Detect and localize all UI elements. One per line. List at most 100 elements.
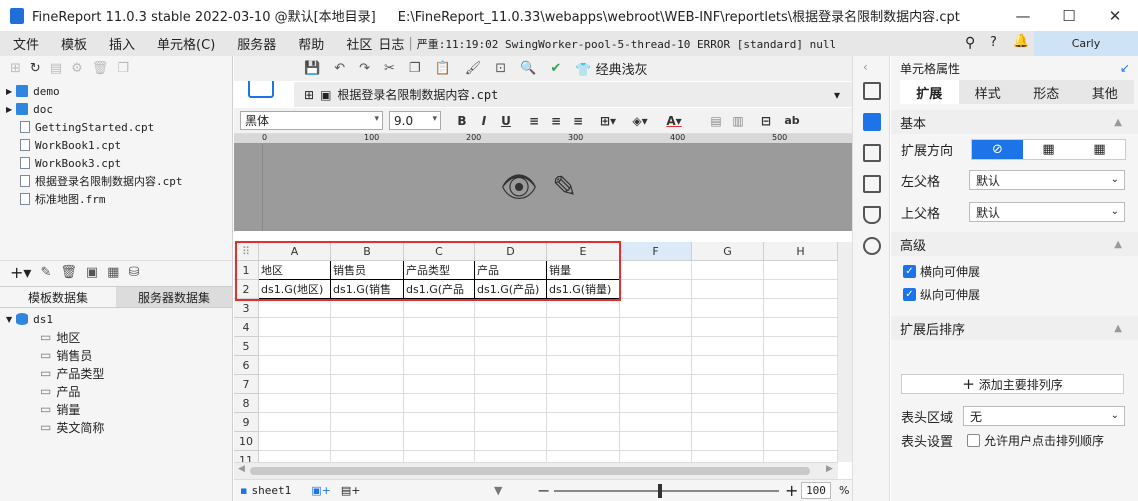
- row-header[interactable]: 4: [234, 318, 259, 337]
- row-header[interactable]: 2: [234, 280, 259, 299]
- grid-cell[interactable]: [620, 318, 692, 337]
- expand-arrow-icon[interactable]: ↙: [1120, 61, 1130, 75]
- section-sort[interactable]: 扩展后排序 ▲: [891, 316, 1138, 340]
- left-parent-select[interactable]: 默认 ⌄: [969, 170, 1125, 190]
- grid-cell[interactable]: [620, 356, 692, 375]
- field-item[interactable]: ▭ 产品类型: [6, 364, 104, 382]
- select-all-corner[interactable]: ⠿: [234, 242, 259, 261]
- align-right-icon[interactable]: ≡: [567, 114, 589, 128]
- tab-other[interactable]: 其他: [1076, 80, 1135, 104]
- grid-cell[interactable]: [764, 356, 838, 375]
- grid-cell[interactable]: [620, 261, 692, 280]
- tree-item-file[interactable]: 根据登录名限制数据内容.cpt: [6, 172, 232, 190]
- grid-cell[interactable]: [259, 375, 331, 394]
- font-select[interactable]: 黑体 ▾: [240, 111, 383, 130]
- delete-icon[interactable]: 🗑: [60, 265, 77, 280]
- grid-cell[interactable]: [620, 375, 692, 394]
- grid-cell[interactable]: [259, 337, 331, 356]
- bold-button[interactable]: B: [451, 114, 473, 128]
- horizontal-scrollbar[interactable]: ◀ ▶: [234, 462, 838, 479]
- menu-server[interactable]: 服务器: [224, 34, 285, 53]
- underline-button[interactable]: U: [495, 114, 517, 128]
- format-brush-icon[interactable]: 🖌: [465, 61, 482, 76]
- add-form-sheet-icon[interactable]: ▤+: [341, 484, 361, 497]
- open-icon[interactable]: ▤: [50, 61, 62, 76]
- zoom-slider[interactable]: [554, 490, 779, 492]
- allow-sort-checkbox[interactable]: [967, 433, 981, 447]
- section-advanced[interactable]: 高级 ▲: [891, 232, 1138, 256]
- grid-cell[interactable]: [620, 299, 692, 318]
- add-sheet-icon[interactable]: ▣+: [311, 484, 331, 497]
- copy-icon[interactable]: ❐: [117, 61, 129, 76]
- grid-cell[interactable]: [692, 356, 764, 375]
- cell-c1[interactable]: 产品类型: [404, 261, 475, 280]
- widget-icon[interactable]: [863, 175, 881, 193]
- tree-item-doc[interactable]: ▶ doc: [6, 100, 232, 118]
- new-folder-icon[interactable]: ⊞: [10, 61, 21, 76]
- grid-cell[interactable]: [692, 413, 764, 432]
- cell-a1[interactable]: 地区: [259, 261, 331, 280]
- row-header[interactable]: 3: [234, 299, 259, 318]
- grid-cell[interactable]: [404, 413, 475, 432]
- tab-form[interactable]: 形态: [1017, 80, 1076, 104]
- tab-expand[interactable]: 扩展: [900, 80, 959, 104]
- zoom-down-icon[interactable]: ▼: [494, 484, 502, 497]
- grid-cell[interactable]: [764, 318, 838, 337]
- column-header[interactable]: A: [259, 242, 331, 261]
- maximize-button[interactable]: ☐: [1046, 0, 1092, 31]
- settings-icon[interactable]: ⚙: [71, 61, 83, 76]
- grid-cell[interactable]: [547, 337, 620, 356]
- tree-item-file[interactable]: WorkBook1.cpt: [6, 136, 232, 154]
- grid-cell[interactable]: [404, 318, 475, 337]
- grid-cell[interactable]: [259, 413, 331, 432]
- collapse-icon[interactable]: ‹: [863, 60, 889, 74]
- row-header[interactable]: 10: [234, 432, 259, 451]
- grid-cell[interactable]: [692, 280, 764, 299]
- grid-cell[interactable]: [331, 432, 404, 451]
- grid-cell[interactable]: [620, 413, 692, 432]
- tree-item-demo[interactable]: ▶ demo: [6, 82, 232, 100]
- grid-cell[interactable]: [259, 299, 331, 318]
- grid-cell[interactable]: [764, 299, 838, 318]
- border-icon[interactable]: ⊞▾: [597, 114, 619, 128]
- tree-item-file[interactable]: 标准地图.frm: [6, 190, 232, 208]
- cell-d1[interactable]: 产品: [475, 261, 547, 280]
- header-area-select[interactable]: 无 ⌄: [963, 406, 1125, 426]
- cell-e2[interactable]: ds1.G(销量): [547, 280, 620, 299]
- preview-icon[interactable]: ▣: [86, 265, 98, 280]
- grid-cell[interactable]: [764, 394, 838, 413]
- user-name[interactable]: Carly: [1034, 31, 1138, 56]
- grid-cell[interactable]: [331, 318, 404, 337]
- grid-cell[interactable]: [331, 375, 404, 394]
- grid-cell[interactable]: [764, 261, 838, 280]
- column-header[interactable]: F: [620, 242, 692, 261]
- grid-cell[interactable]: [404, 337, 475, 356]
- row-header[interactable]: 6: [234, 356, 259, 375]
- cell-element-icon[interactable]: [863, 82, 881, 100]
- hyperlink-icon[interactable]: [863, 237, 881, 255]
- cell-attr-icon[interactable]: [863, 113, 881, 131]
- database-icon[interactable]: ⛁: [128, 265, 139, 280]
- tree-item-file[interactable]: WorkBook3.cpt: [6, 154, 232, 172]
- grid-cell[interactable]: [331, 413, 404, 432]
- row-header[interactable]: 8: [234, 394, 259, 413]
- classic-gray-button[interactable]: 👕 经典浅灰: [575, 59, 647, 78]
- row-header[interactable]: 1: [234, 261, 259, 280]
- column-header[interactable]: B: [331, 242, 404, 261]
- grid-cell[interactable]: [692, 318, 764, 337]
- grid-cell[interactable]: [404, 432, 475, 451]
- cell-e1[interactable]: 销量: [547, 261, 620, 280]
- grid-cell[interactable]: [620, 280, 692, 299]
- menu-cell[interactable]: 单元格(C): [144, 34, 224, 53]
- tab-server-dataset[interactable]: 服务器数据集: [116, 287, 232, 307]
- minimize-button[interactable]: —: [1000, 0, 1046, 31]
- row-header[interactable]: 5: [234, 337, 259, 356]
- grid-cell[interactable]: [547, 356, 620, 375]
- grid-cell[interactable]: [764, 337, 838, 356]
- grid-cell[interactable]: [692, 337, 764, 356]
- edit-icon[interactable]: ✎: [40, 265, 51, 280]
- grid-cell[interactable]: [475, 356, 547, 375]
- font-color-icon[interactable]: A▾: [663, 114, 685, 128]
- field-item[interactable]: ▭ 地区: [6, 328, 104, 346]
- close-button[interactable]: ✕: [1092, 0, 1138, 31]
